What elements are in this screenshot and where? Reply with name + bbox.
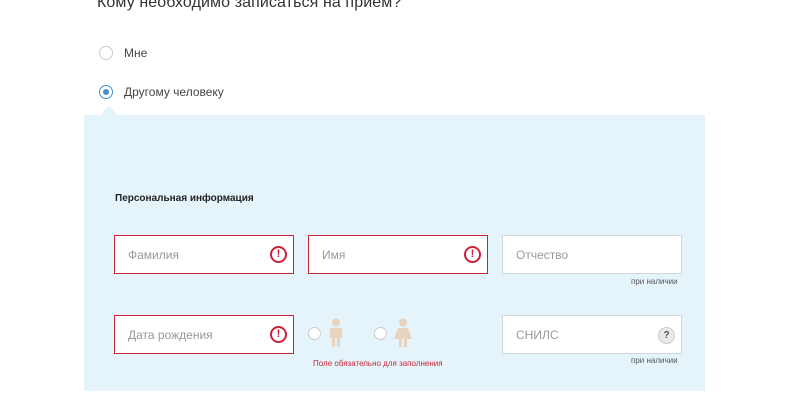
section-title: Персональная информация <box>115 193 254 204</box>
gender-male-option[interactable] <box>308 318 345 348</box>
option-other-person-label: Другому человеку <box>124 85 224 99</box>
error-icon: ! <box>270 326 287 343</box>
radio-selected-dot <box>103 89 109 95</box>
last-name-placeholder: Фамилия <box>128 248 179 262</box>
option-me[interactable]: Мне <box>99 46 147 60</box>
option-other-person[interactable]: Другому человеку <box>99 85 224 99</box>
radio-me[interactable] <box>99 46 113 60</box>
gender-female-option[interactable] <box>374 318 413 348</box>
page-question: Кому необходимо записаться на прием? <box>97 0 402 11</box>
birth-date-field[interactable]: Дата рождения ! <box>114 315 294 354</box>
radio-other-person[interactable] <box>99 85 113 99</box>
error-icon: ! <box>270 246 287 263</box>
first-name-field[interactable]: Имя ! <box>308 235 488 274</box>
patronymic-hint: при наличии <box>631 277 678 286</box>
error-icon: ! <box>464 246 481 263</box>
birth-date-placeholder: Дата рождения <box>128 328 213 342</box>
help-icon[interactable]: ? <box>658 327 675 344</box>
male-person-icon <box>330 318 342 347</box>
gender-female-radio[interactable] <box>374 326 387 340</box>
required-error-text: Поле обязательно для заполнения <box>313 359 443 368</box>
snils-hint: при наличии <box>631 356 678 365</box>
gender-male-radio[interactable] <box>308 326 321 340</box>
panel-pointer <box>100 106 118 115</box>
patronymic-field[interactable]: Отчество <box>502 235 682 274</box>
last-name-field[interactable]: Фамилия ! <box>114 235 294 274</box>
snils-placeholder: СНИЛС <box>516 328 559 342</box>
patronymic-placeholder: Отчество <box>516 248 569 262</box>
first-name-placeholder: Имя <box>322 248 346 262</box>
option-me-label: Мне <box>124 46 148 60</box>
female-person-icon <box>394 318 412 347</box>
snils-field[interactable]: СНИЛС ? <box>502 315 682 354</box>
